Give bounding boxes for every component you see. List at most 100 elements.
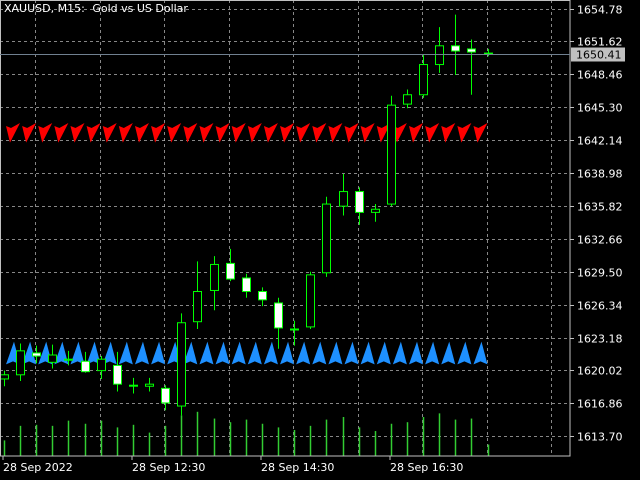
- x-tick-label: 28 Sep 16:30: [390, 461, 463, 474]
- plot-frame: [0, 0, 571, 457]
- candle-body: [129, 384, 138, 387]
- sell-arrow: [151, 122, 166, 143]
- sell-arrow: [54, 122, 69, 143]
- candle-body: [484, 52, 493, 55]
- buy-arrow: [457, 341, 472, 365]
- chart-title: XAUUSD, M15: Gold vs US Dollar: [4, 2, 192, 15]
- candle-body: [355, 191, 364, 213]
- candle-body: [113, 364, 122, 385]
- sell-arrow: [22, 122, 37, 143]
- candle-body: [32, 352, 41, 357]
- sell-arrow: [231, 122, 246, 143]
- y-tick-label: 1613.70: [577, 431, 623, 444]
- signal-arrows: [6, 122, 488, 365]
- sell-arrow: [6, 122, 20, 143]
- sell-arrow: [409, 122, 423, 143]
- y-tick-label: 1629.50: [577, 267, 623, 280]
- sell-arrow: [328, 122, 343, 143]
- candle-body: [371, 208, 380, 213]
- sell-arrow: [118, 122, 133, 143]
- candle-body: [451, 45, 460, 52]
- sell-arrow: [183, 122, 198, 143]
- sell-arrow: [441, 122, 456, 143]
- sell-arrow: [86, 122, 101, 143]
- symbol-description: Gold vs US Dollar: [92, 2, 188, 15]
- candle-body: [306, 274, 315, 328]
- buy-arrow: [328, 341, 343, 365]
- buy-arrow: [134, 341, 149, 365]
- sell-arrow: [280, 122, 295, 143]
- candle-body: [177, 322, 186, 407]
- y-tick-label: 1626.34: [577, 300, 623, 313]
- buy-arrow: [231, 341, 246, 365]
- axes: 1654.78 1651.62 1648.46 1645.30 1642.14 1638.…: [0, 0, 625, 474]
- candle-body: [339, 191, 348, 207]
- y-tick-label: 1645.30: [577, 102, 623, 115]
- y-tick-label: 1648.46: [577, 69, 623, 82]
- buy-arrow: [199, 341, 214, 365]
- buy-arrow: [151, 341, 166, 365]
- sell-arrow: [312, 122, 327, 143]
- candle-body: [274, 302, 283, 329]
- sell-arrow: [457, 122, 472, 143]
- x-tick-label: 28 Sep 2022: [3, 461, 73, 474]
- buy-arrow: [441, 341, 456, 365]
- candle-body: [97, 358, 106, 372]
- candle-body: [161, 387, 170, 404]
- buy-arrow: [296, 341, 311, 365]
- candle-body: [435, 45, 444, 66]
- sell-arrow: [360, 122, 375, 143]
- buy-arrow: [215, 341, 230, 365]
- y-tick-label: 1616.86: [577, 398, 623, 411]
- grid: [0, 0, 570, 456]
- candle-body: [210, 263, 219, 291]
- x-tick-label: 28 Sep 14:30: [261, 461, 334, 474]
- buy-arrow: [392, 341, 407, 365]
- sell-arrow: [134, 122, 149, 143]
- buy-arrow: [312, 341, 327, 365]
- sell-arrow: [425, 122, 440, 143]
- y-tick-label: 1638.98: [577, 168, 623, 181]
- candle-body: [242, 277, 251, 293]
- candle-body: [258, 291, 267, 301]
- candle-body: [226, 262, 235, 280]
- candle-body: [419, 64, 428, 96]
- sell-arrow: [344, 122, 359, 143]
- candle-body: [290, 328, 299, 331]
- buy-arrow: [425, 341, 440, 365]
- candle-body: [48, 354, 57, 363]
- buy-arrow: [247, 341, 262, 365]
- candle-body: [322, 203, 331, 274]
- symbol-label: XAUUSD, M15:: [4, 2, 85, 15]
- sell-arrow: [38, 122, 53, 143]
- y-tick-label: 1623.18: [577, 333, 623, 346]
- y-tick-label: 1635.82: [577, 201, 623, 214]
- buy-arrow: [409, 341, 423, 365]
- candle-body: [145, 383, 154, 387]
- buy-arrow: [376, 341, 391, 365]
- candle-body: [64, 358, 73, 361]
- y-tick-label: 1620.02: [577, 365, 623, 378]
- current-price-label: 1650.41: [576, 49, 622, 62]
- buy-arrow: [473, 341, 488, 365]
- sell-arrow: [473, 122, 488, 143]
- candlestick-chart[interactable]: 1654.78 1651.62 1648.46 1645.30 1642.14 1638.…: [0, 0, 640, 480]
- y-tick-label: 1632.66: [577, 234, 623, 247]
- candle-body: [16, 350, 25, 376]
- candle-body: [0, 374, 9, 380]
- y-tick-label: 1642.14: [577, 135, 623, 148]
- sell-arrow: [215, 122, 230, 143]
- buy-arrow: [344, 341, 359, 365]
- sell-arrow: [167, 122, 182, 143]
- buy-arrow: [118, 341, 133, 365]
- candle-body: [467, 48, 476, 53]
- candle-body: [193, 291, 202, 323]
- buy-arrow: [280, 341, 295, 365]
- sell-arrow: [263, 122, 278, 143]
- candle-body: [403, 94, 412, 105]
- sell-arrow: [199, 122, 214, 143]
- y-tick-label: 1651.62: [577, 36, 623, 49]
- sell-arrow: [102, 122, 117, 143]
- sell-arrow: [70, 122, 85, 143]
- candle-body: [81, 360, 90, 373]
